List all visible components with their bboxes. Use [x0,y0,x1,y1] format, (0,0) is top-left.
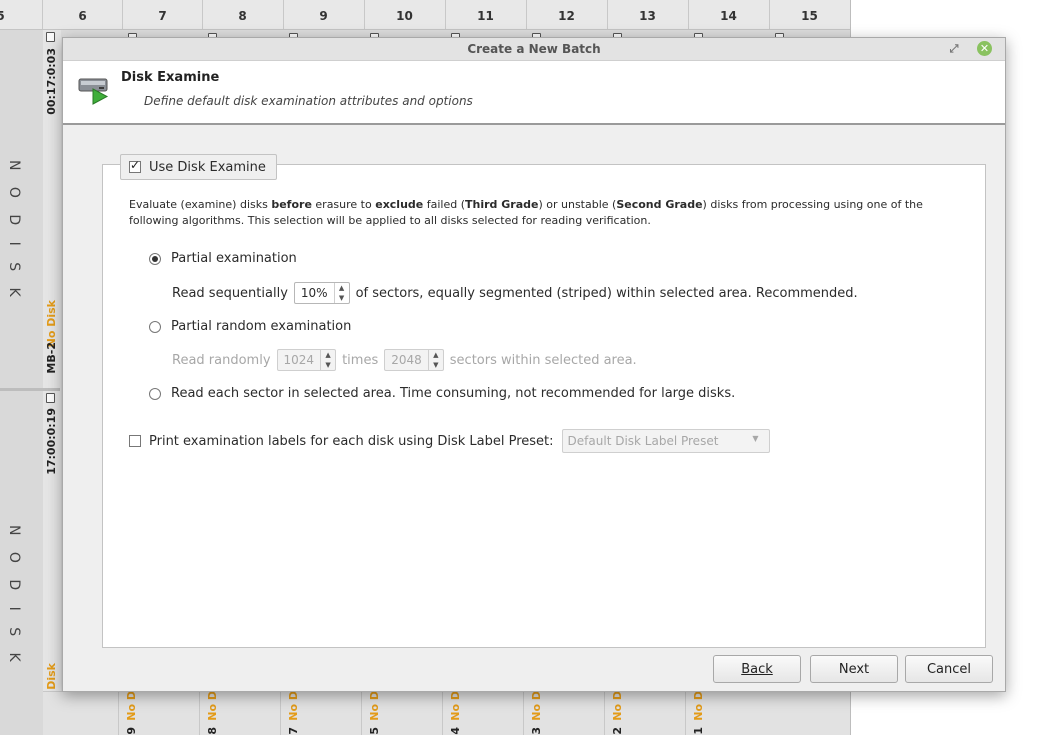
next-button[interactable]: Next [810,655,898,683]
slot-status: No D [449,691,462,721]
column-number: 15 [769,0,849,29]
column-number: 12 [526,0,606,29]
slot-status: No D [530,691,543,721]
slot-status: No Disk [45,300,58,348]
bottom-slot: No D 5 [361,691,441,735]
partial-examination-radio[interactable]: Partial examination [149,251,297,266]
dialog-titlebar[interactable]: Create a New Batch ⤢ ✕ [63,38,1005,61]
cancel-button-label: Cancel [926,662,972,677]
print-labels-row: Print examination labels for each disk u… [129,429,770,453]
column-number: 9 [283,0,363,29]
dialog-title: Create a New Batch [467,42,601,56]
slot-number: 8 [206,727,219,735]
column-number: 13 [607,0,687,29]
slot-status: No D [125,691,138,721]
partial-random-examination-radio[interactable]: Partial random examination [149,319,351,334]
slot-status: No D [611,691,624,721]
column-number: 10 [364,0,444,29]
slot-number: 1 [692,727,705,735]
bottom-slot: No D 1 [685,691,765,735]
spin-arrows-icon[interactable]: ▲ ▼ [333,283,349,303]
bottom-slot: No D 7 [280,691,360,735]
column-number: 14 [688,0,768,29]
disk-examine-icon [78,78,109,105]
partial-examination-settings: Read sequentially 10% ▲ ▼ of sectors, equ… [172,282,858,304]
read-sequentially-suffix: of sectors, equally segmented (striped) … [355,285,858,301]
examine-description: Evaluate (examine) disks before erasure … [129,198,923,227]
column-header-row: 5 6 7 8 9 10 11 12 13 14 15 [0,0,850,30]
next-button-label: Next [838,662,870,677]
random-count-spinbox: 1024 ▲ ▼ [276,349,337,371]
use-disk-examine-checkbox[interactable]: Use Disk Examine [120,154,277,180]
slot-number: 3 [530,727,543,735]
back-button-label: Back [741,662,773,677]
random-count-value: 1024 [283,353,315,367]
wizard-step-title: Disk Examine [121,70,220,85]
slot-number: 9 [125,727,138,735]
partial-examination-label: Partial examination [171,251,297,266]
column-number: 5 [0,0,40,29]
bottom-slot: No D 8 [199,691,279,735]
slot-status: No D [206,691,219,721]
create-batch-dialog: Create a New Batch ⤢ ✕ Disk Examine Defi… [62,37,1006,692]
print-labels-checkbox[interactable] [129,435,141,447]
spin-arrows-icon: ▲ ▼ [320,350,335,370]
read-each-sector-radio[interactable]: Read each sector in selected area. Time … [149,386,735,401]
partial-random-examination-label: Partial random examination [171,319,352,334]
slot-timer: 17:00:0:19 [45,408,58,475]
slot-side-panel: N O D I S K N O D I S K [0,30,44,735]
slot-separator [0,388,60,391]
read-randomly-suffix: sectors within selected area. [449,352,637,368]
bottom-slot: No D 3 [523,691,603,735]
column-number: 6 [42,0,122,29]
random-sectors-value: 2048 [391,353,422,367]
slot-number: 7 [287,727,300,735]
disk-examine-group: Use Disk Examine Evaluate (examine) disk… [102,154,986,648]
print-labels-label: Print examination labels for each disk u… [149,433,554,449]
slot-status: No D [368,691,381,721]
read-each-sector-label: Read each sector in selected area. Time … [171,386,736,401]
slot-status: No D [287,691,300,721]
label-preset-select: Default Disk Label Preset ▼ [561,429,770,453]
chevron-down-icon: ▼ [752,434,759,443]
no-disk-label: N O D I S K [6,160,22,303]
slot-disk-icon [46,32,55,42]
close-icon[interactable]: ✕ [977,41,992,56]
column-number: 8 [202,0,282,29]
radio-selected-icon[interactable] [149,252,161,265]
radio-unselected-icon[interactable] [149,320,161,333]
percent-value[interactable]: 10% [295,286,334,300]
no-disk-label: N O D I S K [6,525,22,668]
wizard-step-subtitle: Define default disk examination attribut… [144,94,473,108]
times-label: times [342,352,379,368]
slot-status: No D [692,691,705,721]
bottom-slot: No D 4 [442,691,522,735]
random-sectors-spinbox: 2048 ▲ ▼ [384,349,444,371]
label-preset-value: Default Disk Label Preset [567,434,719,448]
use-disk-examine-label: Use Disk Examine [149,159,266,175]
read-randomly-label: Read randomly [172,352,271,368]
slot-number: 2 [611,727,624,735]
back-button[interactable]: Back [713,655,801,683]
spin-arrows-icon: ▲ ▼ [427,350,443,370]
radio-unselected-icon[interactable] [149,387,161,400]
percent-spinbox[interactable]: 10% ▲ ▼ [293,282,350,304]
bottom-slot-strip: No D 9 No D 8 No D 7 No D 5 No D 4 No D … [43,691,850,735]
restore-icon[interactable]: ⤢ [947,42,961,56]
bottom-slot: No D 9 [118,691,198,735]
bottom-slot: No D 2 [604,691,684,735]
checkbox-checked-icon[interactable] [129,158,141,173]
slot-number: 4 [449,727,462,735]
slot-timer: 00:17:0:03 [45,48,58,115]
wizard-header: Disk Examine Define default disk examina… [63,61,1005,125]
read-sequentially-label: Read sequentially [172,285,288,301]
column-number: 11 [445,0,525,29]
slot-disk-icon [46,393,55,403]
slot-status-strip: 00:17:0:03 No Disk MB-2 17:00:0:19 No Di… [43,30,61,735]
cancel-button[interactable]: Cancel [905,655,993,683]
slot-model: MB-2 [45,342,58,374]
column-number: 7 [122,0,202,29]
random-examination-settings: Read randomly 1024 ▲ ▼ times 2048 ▲ ▼ sect… [172,349,637,371]
slot-number: 5 [368,727,381,735]
